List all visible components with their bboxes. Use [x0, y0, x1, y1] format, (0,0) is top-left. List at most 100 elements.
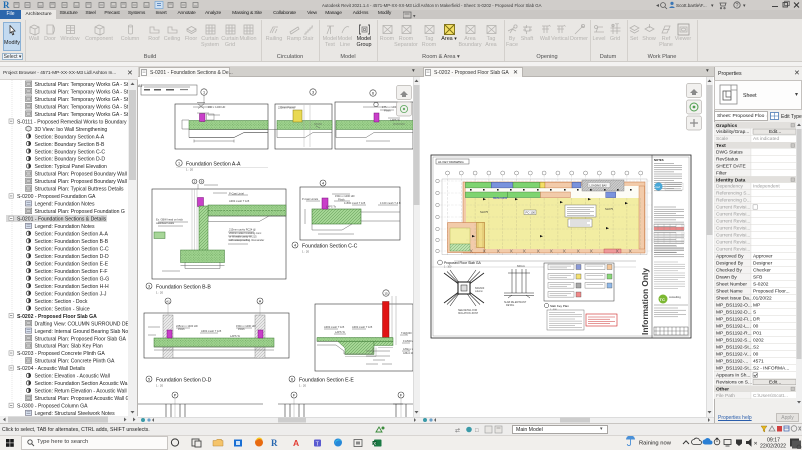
svg-text:Scott.bartle\F...: Scott.bartle\F... — [676, 3, 707, 8]
svg-text:S-0200 - Proposed Foundation G: S-0200 - Proposed Foundation GA — [17, 194, 96, 200]
svg-text:1: 1 — [178, 161, 180, 165]
svg-text:DR: DR — [753, 317, 760, 323]
svg-text:Section: Foundation Section F-: Section: Foundation Section F-F — [35, 269, 108, 275]
svg-text:Approved By: Approved By — [716, 254, 744, 260]
svg-text:Visibility/Grap...: Visibility/Grap... — [716, 129, 749, 135]
svg-text:Structural Plan: Temporary Wor: Structural Plan: Temporary Works GA - St… — [35, 97, 130, 103]
svg-text:0202: 0202 — [753, 338, 764, 344]
svg-text:MP_BS1192-Fi...: MP_BS1192-Fi... — [716, 317, 752, 323]
svg-text:5: 5 — [148, 377, 150, 381]
svg-text:Foundation Section A-A: Foundation Section A-A — [186, 162, 241, 168]
svg-text:MP_BS1192-R...: MP_BS1192-R... — [716, 331, 752, 337]
svg-text:MESH A393: MESH A393 — [493, 196, 508, 200]
svg-text:Drafting View: COLUMN SURROUND: Drafting View: COLUMN SURROUND DET — [35, 321, 130, 327]
svg-text:wall/dwarf walls: wall/dwarf walls — [156, 221, 175, 225]
svg-text:Filter: Filter — [716, 170, 727, 176]
svg-text:MP_BS1192-O...: MP_BS1192-O... — [716, 303, 752, 309]
svg-text:MP_BS1192-V...: MP_BS1192-V... — [716, 352, 751, 358]
svg-text:column: column — [475, 290, 483, 293]
svg-text:consulting: consulting — [669, 295, 681, 299]
svg-text:swf: swf — [655, 185, 660, 189]
svg-text:Section: Boundary Section D-D: Section: Boundary Section D-D — [35, 157, 106, 163]
svg-text:⇄: ⇄ — [455, 427, 460, 434]
svg-text:Section: Typical Panel Elevati: Section: Typical Panel Elevation — [35, 164, 108, 170]
svg-text:F1x500 leg: F1x500 leg — [403, 340, 413, 343]
svg-text:6: 6 — [291, 377, 293, 381]
svg-text:600mm: 600mm — [517, 265, 525, 268]
svg-text:215mm cavity RC24 @: 215mm cavity RC24 @ — [229, 228, 256, 232]
svg-text:Checked By: Checked By — [716, 268, 742, 274]
svg-text:MP: MP — [753, 303, 760, 309]
svg-text:Section: Boundary Section C-C: Section: Boundary Section C-C — [35, 149, 106, 155]
svg-text:Section: Return Elevation - Ac: Section: Return Elevation - Acoustic Wal… — [35, 389, 127, 395]
svg-text:Structural Plan: Slab Key Plan: Structural Plan: Slab Key Plan — [35, 344, 103, 350]
svg-text:A: A — [293, 438, 299, 448]
svg-text:Legend: Internal Ground Bearin: Legend: Internal Ground Bearing Slab Not — [35, 329, 130, 335]
svg-text:PC-100: PC-100 — [526, 211, 536, 215]
svg-text:Foundation Section E-E: Foundation Section E-E — [299, 378, 354, 384]
svg-text:22/02/2022: 22/02/2022 — [760, 444, 786, 450]
svg-text:2: 2 — [194, 180, 196, 184]
svg-text:▾: ▾ — [711, 3, 714, 9]
svg-text:A1 KEY DRAWING: A1 KEY DRAWING — [438, 160, 464, 164]
svg-text:SFB: SFB — [753, 275, 762, 281]
svg-text:with waterproofing. Remainder: with waterproofing. Remainder — [229, 238, 264, 242]
svg-text:Current Revisi...: Current Revisi... — [716, 247, 750, 253]
svg-text:1 : 20: 1 : 20 — [156, 291, 163, 295]
svg-text:A393 mesh T & B: A393 mesh T & B — [352, 325, 373, 329]
svg-text:or fill walls cavity fill 215: or fill walls cavity fill 215 — [229, 235, 257, 239]
svg-text:S-0111 - Proposed Remedial Wor: S-0111 - Proposed Remedial Works to Boun… — [17, 119, 127, 125]
svg-text:Section: Foundation Section D-: Section: Foundation Section D-D — [35, 254, 110, 260]
svg-text:Structural Plan: Concrete Plin: Structural Plan: Concrete Plinth GA — [35, 359, 115, 365]
svg-text:SL075: SL075 — [480, 210, 489, 214]
svg-text:Section: Foundation Section H-: Section: Foundation Section H-H — [35, 284, 110, 290]
svg-text:Section: Foundation Section Ac: Section: Foundation Section Acoustic Wa — [35, 381, 128, 387]
svg-text:A1: A1 — [166, 299, 170, 303]
svg-text:MP_BS1192-St...: MP_BS1192-St... — [716, 345, 753, 351]
svg-text:4: 4 — [322, 181, 324, 185]
svg-text:LAPS To: LAPS To — [230, 334, 241, 338]
svg-text:Ex. GBW head on brick: Ex. GBW head on brick — [156, 218, 184, 222]
svg-text:Section: Foundation Section B-: Section: Foundation Section B-B — [35, 239, 109, 245]
svg-text:Structural Plan: Temporary Wor: Structural Plan: Temporary Works GA - St… — [35, 112, 130, 118]
svg-text:Legend: Foundation Notes: Legend: Foundation Notes — [35, 202, 95, 208]
svg-text:Current Revisi...: Current Revisi... — [716, 240, 750, 246]
svg-text:1 : 20: 1 : 20 — [156, 384, 163, 388]
svg-text:A393 mesh T & B: A393 mesh T & B — [324, 325, 345, 329]
svg-text:Section: Boundary Section B-B: Section: Boundary Section B-B — [35, 142, 106, 148]
svg-text:As indicated: As indicated — [753, 136, 779, 142]
svg-text:Structural Plan: Proposed Boun: Structural Plan: Proposed Boundary Wall … — [35, 172, 130, 178]
svg-text:MP_BS1192-...: MP_BS1192-... — [716, 359, 748, 365]
svg-text:Foundation Section D-D: Foundation Section D-D — [156, 378, 212, 384]
svg-text:1:100 mesh T & B: 1:100 mesh T & B — [380, 201, 401, 205]
svg-text:LAPS To: LAPS To — [335, 330, 346, 334]
svg-text:Plinth: Plinth — [178, 327, 185, 331]
svg-text:Section: Boundary Section A-A: Section: Boundary Section A-A — [35, 134, 105, 140]
svg-text:MP_BS1192-S...: MP_BS1192-S... — [716, 338, 751, 344]
svg-text:Section: Section - Sluice: Section: Section - Sluice — [35, 306, 90, 312]
svg-text:SL075: SL075 — [605, 207, 614, 211]
svg-text:A393 mesh T & B: A393 mesh T & B — [201, 329, 222, 333]
svg-text:LAPS To: LAPS To — [326, 205, 337, 209]
svg-text:Section: Elevation - Acoustic: Section: Elevation - Acoustic Wall — [35, 374, 110, 380]
svg-text:Plinth: Plinth — [238, 327, 245, 331]
svg-text:Proposed Floor Slab GA: Proposed Floor Slab GA — [444, 261, 481, 265]
svg-text:Legend: Foundation Notes: Legend: Foundation Notes — [35, 224, 95, 230]
svg-text:RevStatus: RevStatus — [716, 156, 739, 162]
svg-text:9: 9 — [201, 180, 203, 184]
svg-text:Edit...: Edit... — [769, 380, 781, 386]
svg-text:Current Revisi...: Current Revisi... — [716, 219, 750, 225]
svg-text:Information Only: Information Only — [640, 268, 650, 335]
svg-text:S-0202: S-0202 — [753, 282, 769, 288]
svg-text:Section: Foundation Section J-: Section: Foundation Section J-J — [35, 291, 107, 297]
svg-text:C:\Users\Scott...: C:\Users\Scott... — [753, 393, 788, 399]
svg-text:200mm water resisting conc: 200mm water resisting conc — [229, 231, 262, 235]
svg-text:1x500 mesh T & B: 1x500 mesh T & B — [344, 201, 366, 205]
svg-text:4: 4 — [294, 243, 296, 247]
svg-text:Dependency: Dependency — [716, 184, 744, 190]
svg-text:S-0204 - Acoustic Wall Details: S-0204 - Acoustic Wall Details — [17, 366, 85, 372]
svg-text:1 : 20: 1 : 20 — [302, 250, 309, 254]
svg-text:LAPS To: LAPS To — [390, 118, 401, 122]
svg-text:S-0202 - Proposed Floor Slab G: S-0202 - Proposed Floor Slab GA — [17, 314, 97, 320]
svg-text:DWG Status: DWG Status — [716, 149, 743, 155]
